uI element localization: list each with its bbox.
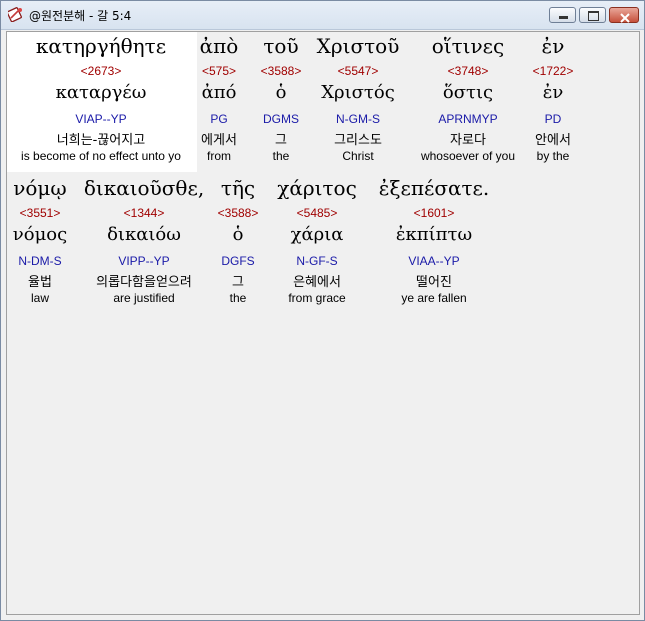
window-title: @원전분해 - 갈 5:4 (29, 9, 132, 23)
greek-word: ἐν (541, 34, 565, 58)
close-button[interactable] (609, 7, 639, 23)
maximize-icon (588, 11, 599, 21)
strong-number: <1601> (413, 206, 455, 220)
lemma-word: ἐν (542, 82, 564, 103)
close-icon (620, 9, 630, 28)
app-window: @원전분해 - 갈 5:4 κατηργήθητε <2673> καταργέω V… (0, 0, 645, 621)
bible-app-icon[interactable] (6, 6, 24, 23)
korean-gloss: 떨어진 (416, 275, 452, 290)
morphology-code: PD (544, 112, 562, 126)
morphology-code: VIAA--YP (408, 254, 460, 268)
lemma-word: ἐκπίπτω (395, 224, 473, 245)
minimize-icon (559, 16, 568, 19)
english-gloss: by the (536, 149, 570, 163)
minimize-button[interactable] (549, 7, 576, 23)
english-gloss: ye are fallen (401, 291, 467, 305)
strong-number: <1722> (532, 64, 574, 78)
korean-gloss: 안에서 (535, 133, 571, 148)
maximize-button[interactable] (579, 7, 606, 23)
title-bar[interactable]: @원전분해 - 갈 5:4 (1, 1, 644, 30)
greek-word: ἐξεπέσατε. (378, 176, 490, 200)
